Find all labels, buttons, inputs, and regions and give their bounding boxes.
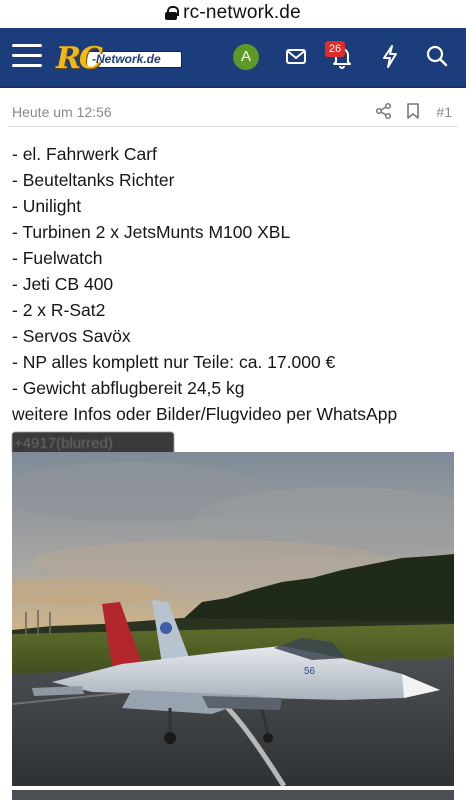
bookmark-icon[interactable] — [403, 101, 423, 121]
meta-divider — [8, 126, 458, 127]
post-line: - NP alles komplett nur Teile: ca. 17.00… — [12, 352, 336, 372]
post-line: - Gewicht abflugbereit 24,5 kg — [12, 378, 245, 398]
bolt-icon[interactable] — [375, 41, 405, 71]
url-domain: rc-network.de — [183, 2, 301, 23]
post-line: - Beuteltanks Richter — [12, 170, 175, 190]
redacted-phone-text: +4917(blurred) — [14, 435, 113, 452]
post-number[interactable]: #1 — [436, 104, 452, 120]
second-photo-preview[interactable] — [12, 790, 454, 800]
menu-icon[interactable] — [12, 44, 42, 68]
post-line: - Jeti CB 400 — [12, 274, 114, 294]
post-line: - Servos Savöx — [12, 326, 131, 346]
post-line: - Unilight — [12, 196, 82, 216]
post-meta: Heute um 12:56 #1 — [0, 98, 466, 126]
user-avatar[interactable]: A — [233, 44, 259, 70]
post-body: - el. Fahrwerk Carf - Beuteltanks Richte… — [12, 141, 457, 427]
post-line: weitere Infos oder Bilder/Flugvideo per … — [12, 404, 398, 424]
post-line: - Fuelwatch — [12, 248, 103, 268]
search-icon[interactable] — [422, 41, 452, 71]
post-line: - 2 x R-Sat2 — [12, 300, 106, 320]
notification-badge: 26 — [325, 41, 345, 57]
post-line: - el. Fahrwerk Carf — [12, 144, 157, 164]
jet-photo[interactable]: 56 — [12, 452, 454, 786]
post-line: - Turbinen 2 x JetsMunts M100 XBL — [12, 222, 291, 242]
site-header: RC -Network.de A 26 — [0, 28, 466, 88]
post-timestamp[interactable]: Heute um 12:56 — [12, 104, 112, 120]
address-bar[interactable]: rc-network.de — [0, 0, 466, 26]
mail-icon[interactable] — [281, 41, 311, 71]
svg-text:56: 56 — [304, 666, 316, 677]
site-logo[interactable]: RC -Network.de — [56, 41, 182, 76]
share-icon[interactable] — [374, 101, 394, 121]
lock-icon — [165, 6, 180, 20]
